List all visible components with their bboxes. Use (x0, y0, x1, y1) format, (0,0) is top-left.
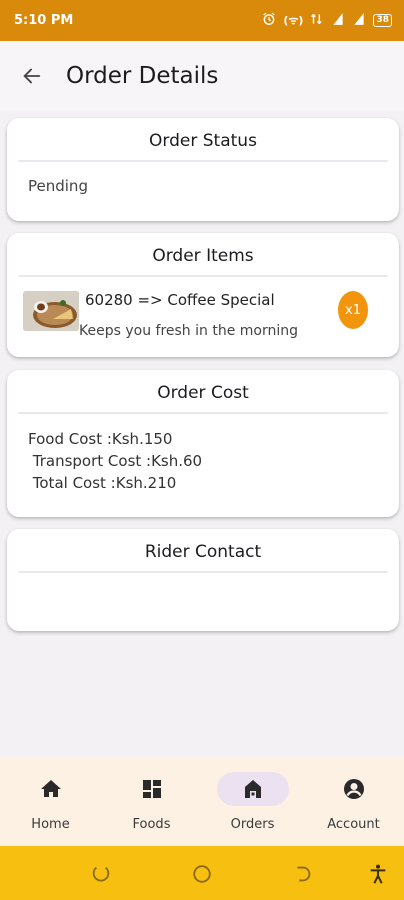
recent-apps-icon (92, 866, 110, 882)
page-title: Order Details (66, 63, 219, 89)
rider-contact-card: Rider Contact (7, 529, 399, 631)
order-items-card: Order Items 60280 => Coffee Special Keep… (7, 233, 399, 357)
nav-item-home[interactable]: Home (0, 757, 101, 846)
cost-breakdown: Food Cost :Ksh.150 Transport Cost :Ksh.6… (7, 428, 399, 494)
status-bar: 5:10 PM (ᯤ) 38 (0, 0, 404, 41)
accessibility-button[interactable] (367, 863, 389, 885)
card-title: Rider Contact (144, 542, 262, 562)
back-system-button[interactable] (292, 863, 314, 885)
nav-label: Orders (230, 817, 275, 832)
arrow-back-icon (23, 68, 41, 84)
system-navigation-bar (0, 846, 404, 900)
divider (18, 412, 388, 414)
status-time: 5:10 PM (14, 13, 74, 28)
nav-item-orders[interactable]: Orders (202, 757, 303, 846)
card-title: Order Items (152, 246, 254, 266)
item-name: 60280 => Coffee Special (85, 291, 275, 309)
order-cost-card: Order Cost Food Cost :Ksh.150 Transport … (7, 370, 399, 517)
bottom-navigation: Home Foods Orders Account (0, 757, 404, 846)
item-description: Keeps you fresh in the morning (79, 323, 298, 339)
back-button[interactable] (12, 56, 52, 96)
alarm-icon (262, 12, 276, 29)
order-status-value: Pending (28, 177, 88, 195)
quantity-badge: x1 (338, 291, 368, 329)
nav-label: Account (327, 817, 380, 832)
nav-item-account[interactable]: Account (303, 757, 404, 846)
home-system-button[interactable] (191, 863, 213, 885)
transport-cost: Transport Cost :Ksh.60 (28, 452, 203, 470)
divider (18, 160, 388, 162)
nav-item-foods[interactable]: Foods (101, 757, 202, 846)
total-cost: Total Cost :Ksh.210 (28, 474, 177, 492)
accessibility-icon (370, 864, 386, 884)
dashboard-icon (142, 780, 161, 798)
status-icons: (ᯤ) 38 (262, 12, 392, 29)
card-title: Order Status (149, 131, 257, 151)
nav-pill (116, 772, 188, 806)
recent-apps-button[interactable] (90, 863, 112, 885)
orders-icon (244, 780, 261, 798)
list-item[interactable]: 60280 => Coffee Special Keeps you fresh … (7, 277, 399, 357)
nav-label: Foods (132, 817, 171, 832)
app-bar: Order Details (0, 41, 404, 111)
account-circle-icon (343, 779, 364, 799)
home-icon (40, 780, 61, 797)
battery-icon: 38 (373, 14, 392, 27)
card-title: Order Cost (157, 383, 249, 403)
nav-label: Home (31, 817, 70, 832)
nav-pill (318, 772, 390, 806)
nav-pill-active (216, 772, 289, 806)
back-system-icon (297, 866, 311, 882)
signal-icon-3 (352, 12, 366, 29)
signal-icon-2 (331, 12, 345, 29)
hotspot-icon: (ᯤ) (283, 14, 304, 27)
order-status-card: Order Status Pending (7, 118, 399, 221)
nav-pill (15, 772, 87, 806)
food-cost: Food Cost :Ksh.150 (28, 430, 173, 448)
divider (18, 571, 388, 573)
circle-home-icon (193, 865, 211, 883)
signal-icon-1 (310, 12, 324, 29)
food-image (23, 291, 79, 331)
